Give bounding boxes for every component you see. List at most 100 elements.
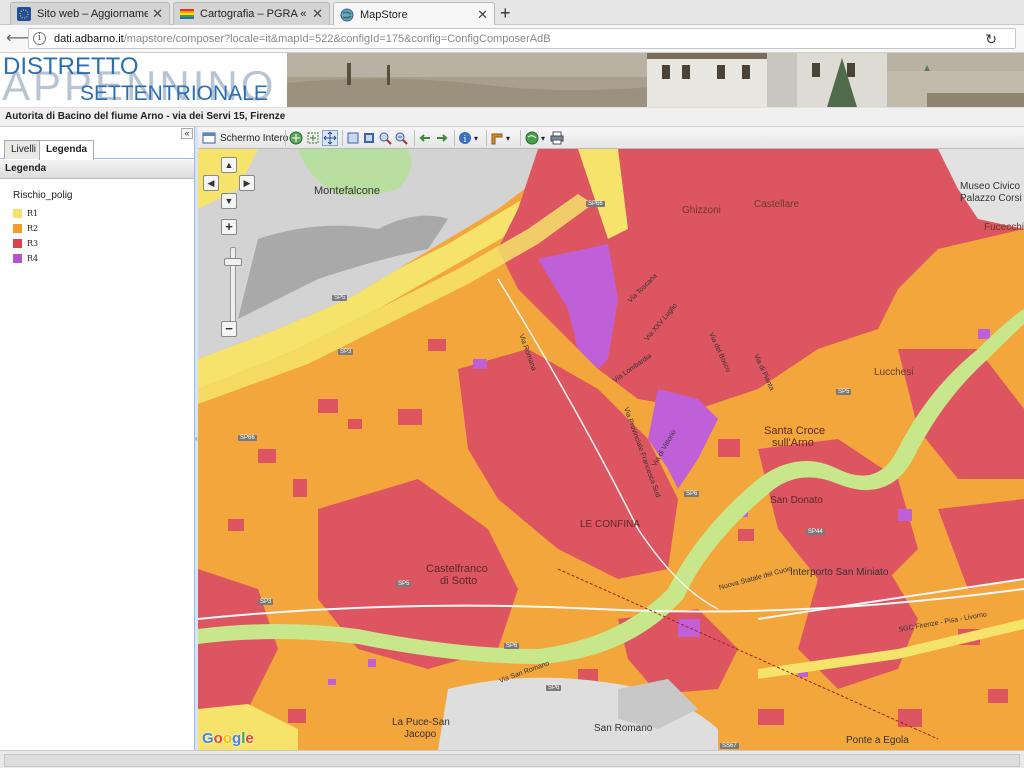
road-shield: SP66: [586, 201, 605, 207]
pan-right-button[interactable]: ▶: [239, 175, 255, 191]
toolbar-separator: [486, 130, 487, 146]
legend-label: R2: [27, 224, 39, 233]
ruler-icon: [490, 131, 504, 145]
zoom-in-icon: [346, 131, 360, 145]
magnifier-minus-icon: [394, 131, 408, 145]
globe-zoom-icon: [289, 131, 303, 145]
url-path: /mapstore/composer?locale=it&mapId=522&c…: [123, 32, 551, 45]
pan-left-button[interactable]: ◀: [203, 175, 219, 191]
legend-body: Rischio_polig R1 R2 R3 R4: [0, 180, 194, 266]
road-shield: SP5: [332, 295, 348, 301]
geolocate-button[interactable]: ▾: [525, 130, 545, 146]
tab-legenda[interactable]: Legenda: [39, 140, 95, 160]
browser-tab-bar: Sito web – Aggiornament... ✕ Cartografia…: [0, 0, 1024, 26]
close-tab-icon[interactable]: ✕: [152, 6, 163, 22]
map-label-san-donato: San Donato: [770, 495, 823, 506]
zoom-box-icon: [306, 131, 320, 145]
browser-tab-mapstore[interactable]: MapStore ✕: [333, 2, 495, 26]
eu-flag-icon: [17, 7, 31, 21]
map-label-lucchesi: Lucchesi: [874, 367, 914, 378]
app-title-bar: Autorita di Bacino del fiume Arno - via …: [0, 107, 1024, 127]
collapse-panel-button[interactable]: «: [181, 128, 193, 139]
zoom-slider-handle[interactable]: [224, 258, 242, 266]
tab-title: Cartografia – PGRA « Auto...: [200, 8, 308, 20]
info-icon[interactable]: i: [33, 32, 46, 45]
panel-tabstrip: Livelli Legenda: [0, 139, 194, 160]
legend-item-r4: R4: [13, 251, 194, 266]
pan-up-button[interactable]: ▲: [221, 157, 237, 173]
back-arrow-icon[interactable]: ⟵: [6, 29, 29, 49]
info-tool-button[interactable]: i ▾: [458, 130, 478, 146]
globe-search-icon: [525, 131, 539, 145]
toolbar-separator: [285, 130, 286, 146]
zoom-extent-button[interactable]: [289, 130, 303, 146]
legend-item-r2: R2: [13, 221, 194, 236]
legend-swatch: [13, 224, 22, 233]
zoom-out-icon: [362, 131, 376, 145]
map-label-interporto: Interporto San Miniato: [790, 567, 889, 578]
road-shield: SP3: [338, 349, 354, 355]
legend-label: R3: [27, 239, 39, 248]
browser-tab-cartografia[interactable]: Cartografia – PGRA « Auto... ✕: [173, 2, 330, 25]
toolbar-separator: [342, 130, 343, 146]
browser-tab-sito-web[interactable]: Sito web – Aggiornament... ✕: [10, 2, 170, 25]
fullscreen-label: Schermo Intero: [220, 132, 289, 144]
map-label-santa-croce: Santa Croce: [764, 425, 826, 437]
map-view[interactable]: Montefalcone Ghizzoni Castellare Museo C…: [198, 149, 1024, 750]
legend-label: R1: [27, 209, 39, 218]
magnifier-plus-icon: [378, 131, 392, 145]
google-attribution[interactable]: Google: [202, 730, 254, 747]
road-shield: SP66: [238, 435, 257, 441]
history-back-button[interactable]: [418, 130, 432, 146]
close-tab-icon[interactable]: ✕: [477, 7, 488, 23]
tab-livelli[interactable]: Livelli: [4, 140, 44, 159]
zoom-box-button[interactable]: [306, 130, 320, 146]
distretto-logo: APPENNINO DISTRETTO SETTENTRIONALE: [0, 53, 287, 107]
pan-zoom-control: ▲ ◀ ▶ ▼ + −: [203, 157, 255, 347]
zoom-out-box-button[interactable]: [362, 130, 376, 146]
legend-swatch: [13, 254, 22, 263]
new-tab-button[interactable]: +: [500, 3, 511, 24]
tab-title: MapStore: [360, 8, 408, 21]
zoom-in-button[interactable]: [378, 130, 392, 146]
map-label-di-sotto: di Sotto: [440, 575, 478, 587]
fullscreen-icon: [202, 131, 216, 145]
zoom-in-box-button[interactable]: [346, 130, 360, 146]
zoom-out-button[interactable]: [394, 130, 408, 146]
url-input[interactable]: i dati.adbarno.it /mapstore/composer?loc…: [28, 28, 1016, 49]
rainbow-icon: [180, 7, 194, 21]
risk-map-canvas[interactable]: [198, 149, 1024, 750]
zoom-out-map-button[interactable]: −: [221, 321, 237, 337]
globe-icon: [340, 8, 354, 22]
pan-button[interactable]: [322, 130, 338, 146]
map-label-museo-civico: Museo Civico: [960, 181, 1021, 192]
legend-item-r1: R1: [13, 206, 194, 221]
logo-settentrionale: SETTENTRIONALE: [80, 82, 268, 105]
pan-down-button[interactable]: ▼: [221, 193, 237, 209]
road-shield: SP44: [806, 529, 825, 535]
toolbar-separator: [414, 130, 415, 146]
info-circle-icon: i: [458, 131, 472, 145]
status-bar: [0, 750, 1024, 768]
map-label-sull-arno: sull'Arno: [772, 437, 814, 449]
tab-title: Sito web – Aggiornament...: [37, 8, 149, 20]
reload-icon[interactable]: ↻: [985, 31, 997, 48]
address-bar: ⟵ i dati.adbarno.it /mapstore/composer?l…: [0, 25, 1024, 53]
history-forward-button[interactable]: [435, 130, 449, 146]
road-shield: SP5: [836, 389, 852, 395]
legend-label: R4: [27, 254, 39, 263]
close-tab-icon[interactable]: ✕: [312, 6, 323, 22]
fullscreen-button[interactable]: Schermo Intero: [202, 130, 288, 146]
map-label-fucecchio: Fucecchio: [984, 222, 1024, 233]
arrow-right-icon: [435, 131, 449, 145]
app-title: Autorita di Bacino del fiume Arno - via …: [5, 111, 286, 122]
toolbar-separator: [520, 130, 521, 146]
print-button[interactable]: [550, 130, 564, 146]
site-banner: APPENNINO DISTRETTO SETTENTRIONALE: [0, 53, 1024, 107]
svg-text:i: i: [464, 135, 467, 145]
measure-tool-button[interactable]: ▾: [490, 130, 510, 146]
map-label-montefalcone: Montefalcone: [314, 185, 381, 197]
map-label-ghizzoni: Ghizzoni: [682, 205, 721, 216]
legend-layer-name: Rischio_polig: [13, 190, 73, 201]
zoom-in-map-button[interactable]: +: [221, 219, 237, 235]
